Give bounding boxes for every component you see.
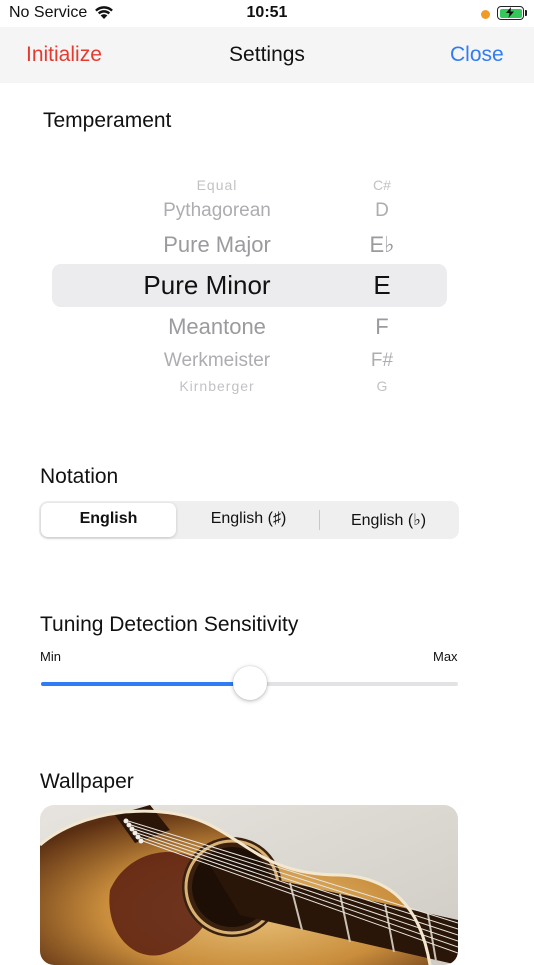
picker-row-temperament[interactable]: Equal xyxy=(92,177,342,193)
picker-row-temperament[interactable]: Werkmeister xyxy=(92,350,342,372)
sensitivity-slider-fill xyxy=(41,682,250,686)
temperament-title: Temperament xyxy=(43,109,172,132)
sensitivity-title: Tuning Detection Sensitivity xyxy=(40,613,299,636)
picker-selected-key[interactable]: E xyxy=(362,270,402,301)
picker-row-temperament[interactable]: Pure Major xyxy=(92,232,342,258)
wallpaper-preview-image[interactable] xyxy=(40,805,458,965)
picker-selected-temperament[interactable]: Pure Minor xyxy=(82,270,332,301)
battery-charging-icon xyxy=(497,6,524,20)
picker-row-key[interactable]: C# xyxy=(362,177,402,193)
slider-min-label: Min xyxy=(40,649,61,664)
picker-row-key[interactable]: G xyxy=(362,378,402,394)
temperament-key-picker[interactable]: Equal Pythagorean Pure Major Pure Minor … xyxy=(52,160,448,400)
picker-row-key[interactable]: D xyxy=(362,200,402,222)
close-button[interactable]: Close xyxy=(450,43,504,67)
picker-row-temperament[interactable]: Pythagorean xyxy=(92,200,342,222)
sensitivity-slider-thumb[interactable] xyxy=(232,666,267,700)
picker-row-key[interactable]: F# xyxy=(362,350,402,372)
slider-max-label: Max xyxy=(433,649,458,664)
picker-row-temperament[interactable]: Meantone xyxy=(92,314,342,340)
picker-row-key[interactable]: F xyxy=(362,314,402,340)
segment-divider xyxy=(319,510,320,530)
notation-option-english[interactable]: English xyxy=(41,510,176,528)
picker-row-key[interactable]: E♭ xyxy=(362,232,402,258)
wallpaper-title: Wallpaper xyxy=(40,770,134,793)
status-time: 10:51 xyxy=(246,4,288,21)
notation-option-english-sharp[interactable]: English (♯) xyxy=(181,510,316,528)
notation-option-english-flat[interactable]: English (♭) xyxy=(321,510,456,530)
picker-row-temperament[interactable]: Kirnberger xyxy=(92,378,342,394)
notation-title: Notation xyxy=(40,465,119,488)
status-bar: No Service 10:51 xyxy=(0,0,534,27)
privacy-indicator-dot xyxy=(481,10,490,19)
